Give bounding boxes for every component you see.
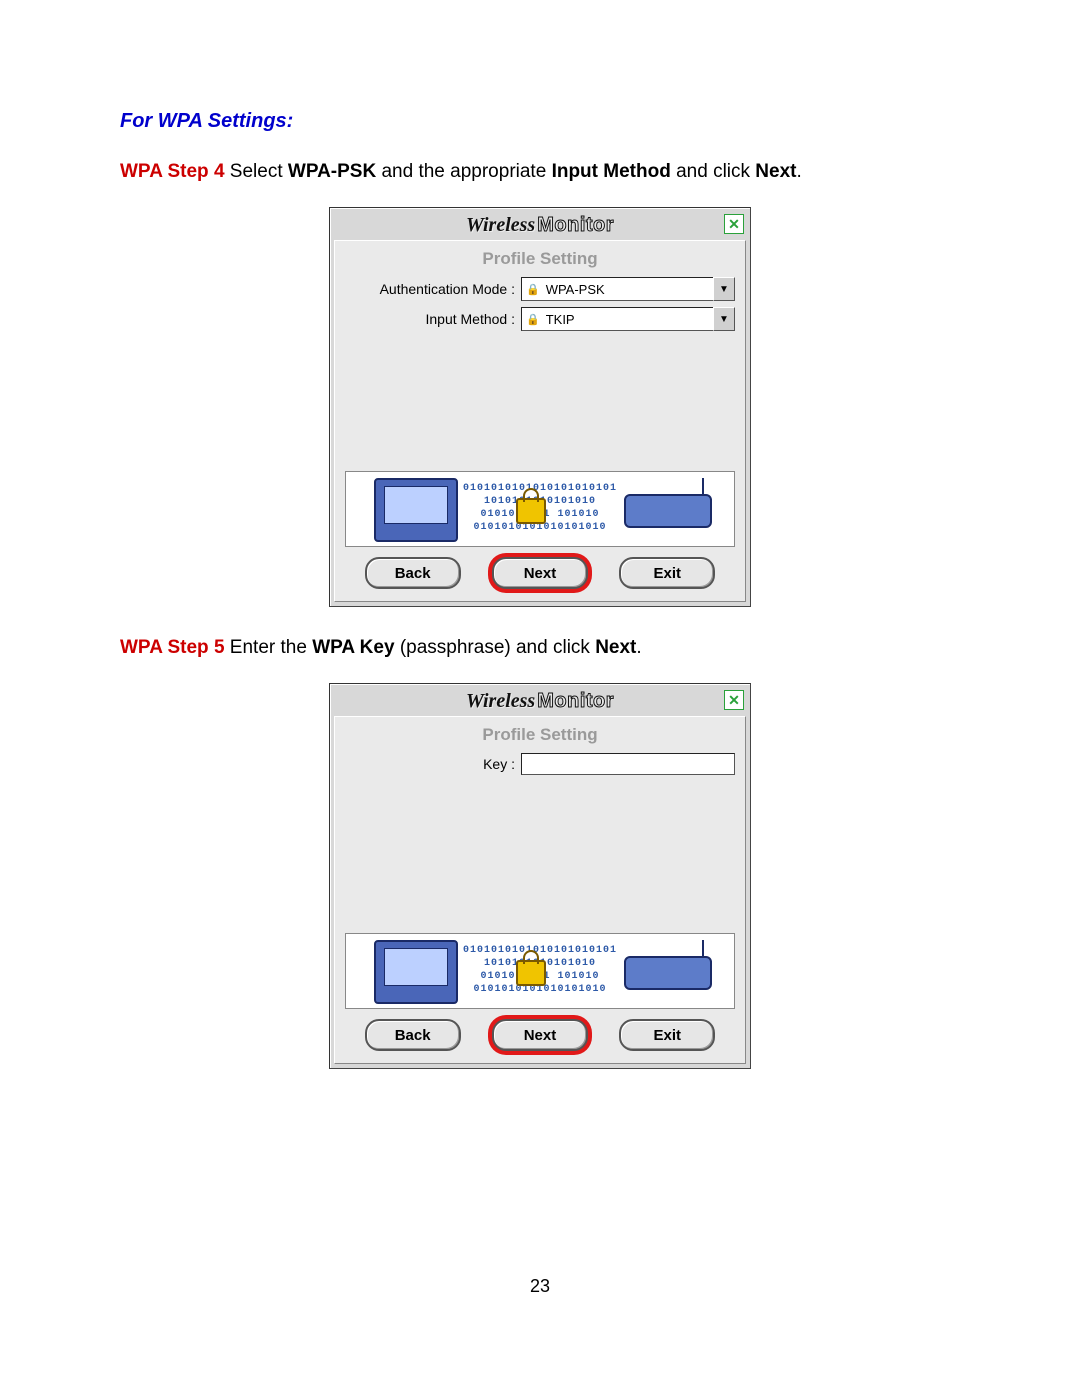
step4-text: WPA Step 4 Select WPA-PSK and the approp… [120,161,960,183]
lock-icon: 🔒 [526,313,540,326]
security-graphic: 0101010101010101010101 1010101010101010 … [345,933,735,1009]
back-button[interactable]: Back [365,1019,461,1051]
dialog-step4: WirelessMonitor ✕ Profile Setting Authen… [329,207,751,607]
key-input[interactable] [521,753,735,775]
padlock-icon [516,960,546,986]
exit-button[interactable]: Exit [619,557,715,589]
row-key: Key : [345,753,735,775]
dialog-titlebar: WirelessMonitor ✕ [334,212,746,238]
security-graphic: 0101010101010101010101 1010101010101010 … [345,471,735,547]
profile-panel: Profile Setting Key : 010101010101010101… [334,716,746,1064]
router-icon [624,494,712,528]
dialog-titlebar: WirelessMonitor ✕ [334,688,746,714]
input-method-label: Input Method : [345,311,521,327]
page-number: 23 [0,1276,1080,1297]
padlock-icon [516,498,546,524]
app-title: WirelessMonitor [466,690,614,713]
exit-button[interactable]: Exit [619,1019,715,1051]
lock-icon: 🔒 [526,283,540,296]
button-row: Back Next Exit [345,557,735,591]
close-icon[interactable]: ✕ [724,690,744,710]
auth-mode-value: WPA-PSK [546,282,605,297]
profile-panel: Profile Setting Authentication Mode : 🔒 … [334,240,746,602]
input-method-select[interactable]: 🔒 TKIP [521,307,714,331]
chevron-down-icon[interactable]: ▼ [713,277,735,301]
step4-label: WPA Step 4 [120,161,225,182]
app-title: WirelessMonitor [466,214,614,237]
back-button[interactable]: Back [365,557,461,589]
row-auth-mode: Authentication Mode : 🔒 WPA-PSK ▼ [345,277,735,301]
button-row: Back Next Exit [345,1019,735,1053]
step5-text: WPA Step 5 Enter the WPA Key (passphrase… [120,637,960,659]
auth-mode-label: Authentication Mode : [345,281,521,297]
panel-title: Profile Setting [345,249,735,269]
auth-mode-select[interactable]: 🔒 WPA-PSK [521,277,714,301]
panel-title: Profile Setting [345,725,735,745]
row-input-method: Input Method : 🔒 TKIP ▼ [345,307,735,331]
laptop-icon [374,478,458,542]
close-icon[interactable]: ✕ [724,214,744,234]
next-button[interactable]: Next [492,557,588,589]
step5-label: WPA Step 5 [120,637,225,658]
laptop-icon [374,940,458,1004]
input-method-value: TKIP [546,312,575,327]
key-label: Key : [345,756,521,772]
chevron-down-icon[interactable]: ▼ [713,307,735,331]
section-title: For WPA Settings: [120,110,960,133]
router-icon [624,956,712,990]
dialog-step5: WirelessMonitor ✕ Profile Setting Key : … [329,683,751,1069]
next-button[interactable]: Next [492,1019,588,1051]
